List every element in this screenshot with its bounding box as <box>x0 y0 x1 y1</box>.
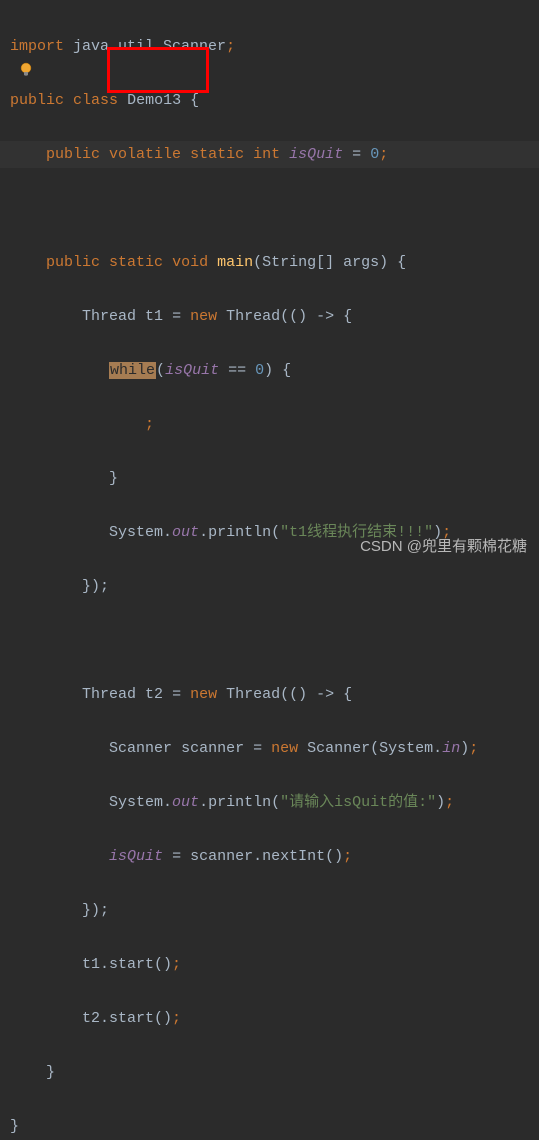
code-line[interactable]: Thread t2 = new Thread(() -> { <box>0 681 539 708</box>
paren-open: ( <box>156 362 165 379</box>
stmt-t1start: t1.start() <box>82 956 172 973</box>
field-isquit: isQuit <box>289 146 343 163</box>
keyword-void: void <box>172 254 208 271</box>
semicolon: ; <box>226 38 235 55</box>
code-line[interactable]: public class Demo13 { <box>0 87 539 114</box>
code-line[interactable]: isQuit = scanner.nextInt(); <box>0 843 539 870</box>
field-out: out <box>172 524 199 541</box>
code-line[interactable]: } <box>0 1059 539 1086</box>
field-in: in <box>442 740 460 757</box>
keyword-class: class <box>73 92 118 109</box>
paren-open: ( <box>271 794 280 811</box>
keyword-public: public <box>10 92 64 109</box>
paren-open: (System. <box>370 740 442 757</box>
lambda-open: (() -> { <box>280 686 352 703</box>
code-line[interactable] <box>0 195 539 222</box>
operator-eq: = <box>172 686 181 703</box>
var-scanner: scanner <box>181 740 244 757</box>
code-line[interactable]: t2.start(); <box>0 1005 539 1032</box>
operator-eq: = <box>172 848 181 865</box>
field-isquit: isQuit <box>165 362 219 379</box>
intention-bulb-icon[interactable] <box>18 61 34 77</box>
semicolon: ; <box>172 1010 181 1027</box>
literal-zero: 0 <box>255 362 264 379</box>
code-line[interactable] <box>0 627 539 654</box>
code-line[interactable]: } <box>0 465 539 492</box>
brace: { <box>190 92 199 109</box>
watermark-text: CSDN @兜里有颗棉花糖 <box>360 533 527 560</box>
type-thread: Thread <box>82 686 136 703</box>
keyword-public: public <box>46 146 100 163</box>
close: }); <box>82 902 109 919</box>
sys: System. <box>109 524 172 541</box>
keyword-import: import <box>10 38 64 55</box>
paren-close: ) { <box>264 362 291 379</box>
brace: } <box>10 1118 19 1135</box>
code-line[interactable]: while(isQuit == 0) { <box>0 357 539 384</box>
code-line[interactable]: }); <box>0 573 539 600</box>
operator-eq: = <box>253 740 262 757</box>
type-scanner: Scanner <box>109 740 172 757</box>
operator-eq: = <box>172 308 181 325</box>
operator-eq: = <box>352 146 361 163</box>
lambda-open: (() -> { <box>280 308 352 325</box>
code-line[interactable]: } <box>0 1113 539 1140</box>
semicolon: ; <box>145 416 154 433</box>
paren-close: ) <box>436 794 445 811</box>
dot: . <box>199 524 208 541</box>
code-line[interactable]: }); <box>0 897 539 924</box>
keyword-int: int <box>253 146 280 163</box>
code-line[interactable]: Thread t1 = new Thread(() -> { <box>0 303 539 330</box>
code-line[interactable]: t1.start(); <box>0 951 539 978</box>
code-line[interactable]: System.out.println("请输入isQuit的值:"); <box>0 789 539 816</box>
field-isquit: isQuit <box>109 848 163 865</box>
code-editor[interactable]: import java.util.Scanner; public class D… <box>0 0 539 1140</box>
keyword-static: static <box>190 146 244 163</box>
dot: . <box>199 794 208 811</box>
field-out: out <box>172 794 199 811</box>
close: }); <box>82 578 109 595</box>
method-main: main <box>217 254 253 271</box>
ctor-thread: Thread <box>226 308 280 325</box>
semicolon: ; <box>469 740 478 757</box>
sys: System. <box>109 794 172 811</box>
class-name: Demo13 <box>127 92 181 109</box>
operator-eqeq: == <box>228 362 246 379</box>
keyword-new: new <box>190 308 217 325</box>
string-prompt: "请输入isQuit的值:" <box>280 794 436 811</box>
keyword-static: static <box>109 254 163 271</box>
brace: } <box>109 470 118 487</box>
code-line[interactable]: ; <box>0 411 539 438</box>
var-t1: t1 <box>145 308 163 325</box>
semicolon: ; <box>343 848 352 865</box>
ctor-thread: Thread <box>226 686 280 703</box>
brace: } <box>46 1064 55 1081</box>
keyword-public: public <box>46 254 100 271</box>
code-line[interactable]: import java.util.Scanner; <box>0 33 539 60</box>
keyword-volatile: volatile <box>109 146 181 163</box>
semicolon: ; <box>445 794 454 811</box>
keyword-new: new <box>190 686 217 703</box>
code-line[interactable]: Scanner scanner = new Scanner(System.in)… <box>0 735 539 762</box>
semicolon: ; <box>379 146 388 163</box>
keyword-while: while <box>109 362 156 379</box>
literal-zero: 0 <box>370 146 379 163</box>
method-println: println <box>208 794 271 811</box>
semicolon: ; <box>172 956 181 973</box>
ctor-scanner: Scanner <box>307 740 370 757</box>
method-sig: (String[] args) { <box>253 254 406 271</box>
code-line[interactable]: public static void main(String[] args) { <box>0 249 539 276</box>
paren-close: ) <box>460 740 469 757</box>
paren-open: ( <box>271 524 280 541</box>
keyword-new: new <box>271 740 298 757</box>
package-name: java.util.Scanner <box>73 38 226 55</box>
stmt-t2start: t2.start() <box>82 1010 172 1027</box>
method-println: println <box>208 524 271 541</box>
var-t2: t2 <box>145 686 163 703</box>
code-line[interactable]: public volatile static int isQuit = 0; <box>0 141 539 168</box>
expr-nextint: scanner.nextInt() <box>190 848 343 865</box>
type-thread: Thread <box>82 308 136 325</box>
